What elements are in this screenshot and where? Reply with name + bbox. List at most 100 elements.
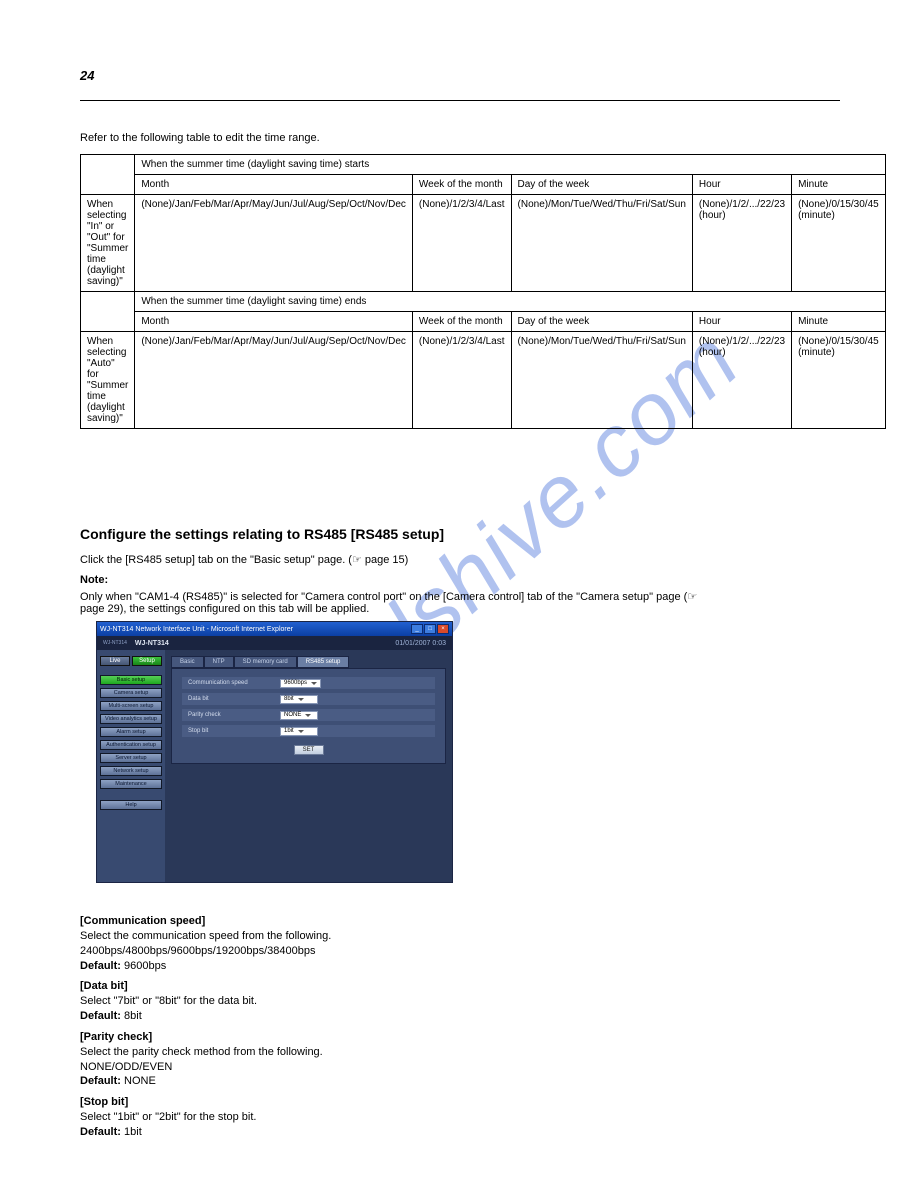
field-name: [Data bit] (80, 979, 840, 994)
th-min2: Minute (792, 312, 886, 332)
note-label: Note: (80, 574, 108, 586)
cell: (None)/1/2/3/4/Last (412, 332, 511, 429)
field-name: [Parity check] (80, 1030, 840, 1045)
default-label: Default: (80, 1010, 121, 1022)
app-window: WJ-NT314 Network Interface Unit - Micros… (97, 622, 452, 882)
settings-panel: Communication speed 9600bps Data bit 8bi… (171, 668, 446, 764)
label-parity: Parity check (188, 712, 280, 718)
sidebar-item-alarm-setup[interactable]: Alarm setup (100, 727, 162, 737)
tab-basic[interactable]: Basic (171, 656, 204, 668)
sidebar-item-authentication-setup[interactable]: Authentication setup (100, 740, 162, 750)
default-label: Default: (80, 960, 121, 972)
select-comm-speed[interactable]: 9600bps (280, 679, 321, 688)
sidebar-item-help[interactable]: Help (100, 800, 162, 810)
label-stop-bit: Stop bit (188, 728, 280, 734)
field-default: NONE (124, 1075, 156, 1087)
sidebar-item-network-setup[interactable]: Network setup (100, 766, 162, 776)
tab-sd-memory-card[interactable]: SD memory card (234, 656, 297, 668)
th-ends: When the summer time (daylight saving ti… (135, 292, 885, 312)
cell: (None)/1/2/.../22/23 (hour) (692, 332, 791, 429)
label-data-bit: Data bit (188, 696, 280, 702)
default-label: Default: (80, 1075, 121, 1087)
cell: (None)/1/2/.../22/23 (hour) (692, 195, 791, 292)
section-title: Configure the settings relating to RS485… (80, 526, 444, 542)
main-panel: Basic NTP SD memory card RS485 setup Com… (165, 650, 452, 882)
tab-ntp[interactable]: NTP (204, 656, 234, 668)
live-button[interactable]: Live (100, 656, 130, 666)
chevron-down-icon (311, 682, 317, 685)
field-opts: 2400bps/4800bps/9600bps/19200bps/38400bp… (80, 944, 840, 959)
section-desc: Click the [RS485 setup] tab on the "Basi… (80, 553, 408, 566)
cell: (None)/0/15/30/45 (minute) (792, 195, 886, 292)
app-model: WJ-NT314 (135, 640, 169, 647)
page-number: 24 (80, 68, 94, 83)
field-name: [Stop bit] (80, 1095, 840, 1110)
chevron-down-icon (305, 714, 311, 717)
setup-button[interactable]: Setup (132, 656, 162, 666)
th-dow: Day of the week (511, 175, 692, 195)
th-dow2: Day of the week (511, 312, 692, 332)
th-month2: Month (135, 312, 413, 332)
sidebar-item-maintenance[interactable]: Maintenance (100, 779, 162, 789)
th-week2: Week of the month (412, 312, 511, 332)
field-body: Select the parity check method from the … (80, 1045, 840, 1060)
sidebar-item-basic-setup[interactable]: Basic setup (100, 675, 162, 685)
th-hour2: Hour (692, 312, 791, 332)
th-week: Week of the month (412, 175, 511, 195)
field-body: Select "7bit" or "8bit" for the data bit… (80, 994, 840, 1009)
row-auto-label: When selecting "Auto" for "Summer time (… (81, 332, 135, 429)
tab-rs485-setup[interactable]: RS485 setup (297, 656, 350, 668)
field-body: Select "1bit" or "2bit" for the stop bit… (80, 1110, 840, 1125)
cell: (None)/1/2/3/4/Last (412, 195, 511, 292)
th-starts: When the summer time (daylight saving ti… (135, 155, 885, 175)
app-datetime: 01/01/2007 0:03 (395, 640, 446, 647)
sidebar-item-multi-screen-setup[interactable]: Multi-screen setup (100, 701, 162, 711)
close-button[interactable]: × (437, 624, 449, 634)
field-name: [Communication speed] (80, 914, 840, 929)
select-parity[interactable]: NONE (280, 711, 318, 720)
chevron-down-icon (298, 698, 304, 701)
note-text: Only when "CAM1-4 (RS485)" is selected f… (80, 590, 840, 615)
select-data-bit[interactable]: 8bit (280, 695, 318, 704)
maximize-button[interactable]: □ (424, 624, 436, 634)
sidebar-item-server-setup[interactable]: Server setup (100, 753, 162, 763)
th-min: Minute (792, 175, 886, 195)
horizontal-rule (80, 100, 840, 101)
form-row-comm-speed: Communication speed 9600bps (182, 677, 435, 689)
sidebar-item-video-analytics-setup[interactable]: Video analytics setup (100, 714, 162, 724)
time-range-table: When the summer time (daylight saving ti… (80, 154, 886, 429)
th-blank (81, 155, 135, 195)
th-blank2 (81, 292, 135, 332)
th-month: Month (135, 175, 413, 195)
cell: (None)/Mon/Tue/Wed/Thu/Fri/Sat/Sun (511, 195, 692, 292)
default-label: Default: (80, 1126, 121, 1138)
cell: (None)/0/15/30/45 (minute) (792, 332, 886, 429)
tabs: Basic NTP SD memory card RS485 setup (171, 656, 446, 668)
field-default: 8bit (124, 1010, 142, 1022)
app-model-small: WJ-NT314 (103, 640, 127, 646)
cell: (None)/Jan/Feb/Mar/Apr/May/Jun/Jul/Aug/S… (135, 195, 413, 292)
minimize-button[interactable]: _ (411, 624, 423, 634)
form-row-stop-bit: Stop bit 1bit (182, 725, 435, 737)
label-comm-speed: Communication speed (188, 680, 280, 686)
field-default: 1bit (124, 1126, 142, 1138)
chevron-down-icon (298, 730, 304, 733)
field-descriptions: [Communication speed] Select the communi… (80, 908, 840, 1140)
window-titlebar: WJ-NT314 Network Interface Unit - Micros… (97, 622, 452, 636)
form-row-parity: Parity check NONE (182, 709, 435, 721)
field-opts: NONE/ODD/EVEN (80, 1060, 840, 1075)
th-hour: Hour (692, 175, 791, 195)
sidebar: Live Setup Basic setup Camera setup Mult… (97, 650, 165, 882)
form-row-data-bit: Data bit 8bit (182, 693, 435, 705)
window-title: WJ-NT314 Network Interface Unit - Micros… (100, 626, 293, 633)
field-body: Select the communication speed from the … (80, 929, 840, 944)
app-header: WJ-NT314 WJ-NT314 01/01/2007 0:03 (97, 636, 452, 650)
cell: (None)/Jan/Feb/Mar/Apr/May/Jun/Jul/Aug/S… (135, 332, 413, 429)
row-when-label: When selecting "In" or "Out" for "Summer… (81, 195, 135, 292)
select-stop-bit[interactable]: 1bit (280, 727, 318, 736)
set-button[interactable]: SET (294, 745, 324, 755)
cell: (None)/Mon/Tue/Wed/Thu/Fri/Sat/Sun (511, 332, 692, 429)
field-default: 9600bps (124, 960, 166, 972)
intro-text: Refer to the following table to edit the… (80, 132, 320, 144)
sidebar-item-camera-setup[interactable]: Camera setup (100, 688, 162, 698)
